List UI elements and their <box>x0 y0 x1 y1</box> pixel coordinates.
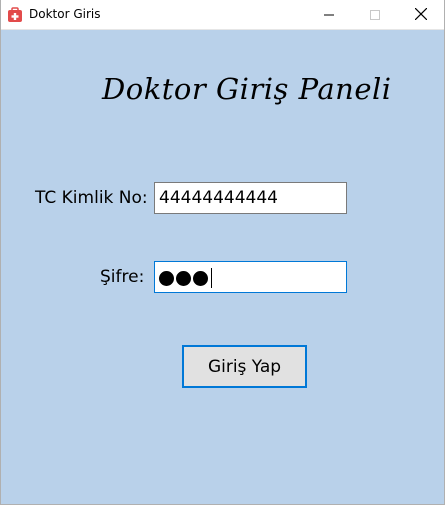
minimize-button[interactable] <box>306 0 352 29</box>
page-title: Doktor Giriş Paneli <box>102 72 392 106</box>
tc-kimlik-value: 44444444444 <box>159 188 278 208</box>
password-label: Şifre: <box>100 267 145 287</box>
window-title: Doktor Giris <box>29 7 101 21</box>
password-dot <box>176 270 191 286</box>
title-bar[interactable]: Doktor Giris <box>0 0 445 30</box>
password-input[interactable] <box>154 261 347 293</box>
password-dot <box>193 270 208 286</box>
text-caret <box>211 268 212 288</box>
password-mask <box>159 268 212 288</box>
maximize-icon <box>370 5 380 24</box>
login-button[interactable]: Giriş Yap <box>182 345 307 388</box>
close-button[interactable] <box>398 0 444 29</box>
tc-kimlik-label: TC Kimlik No: <box>35 188 148 208</box>
medical-bag-icon <box>7 7 23 23</box>
close-icon <box>414 5 428 24</box>
tc-kimlik-input[interactable]: 44444444444 <box>154 182 347 214</box>
password-dot <box>159 270 174 286</box>
maximize-button[interactable] <box>352 0 398 29</box>
minimize-icon <box>324 5 334 24</box>
